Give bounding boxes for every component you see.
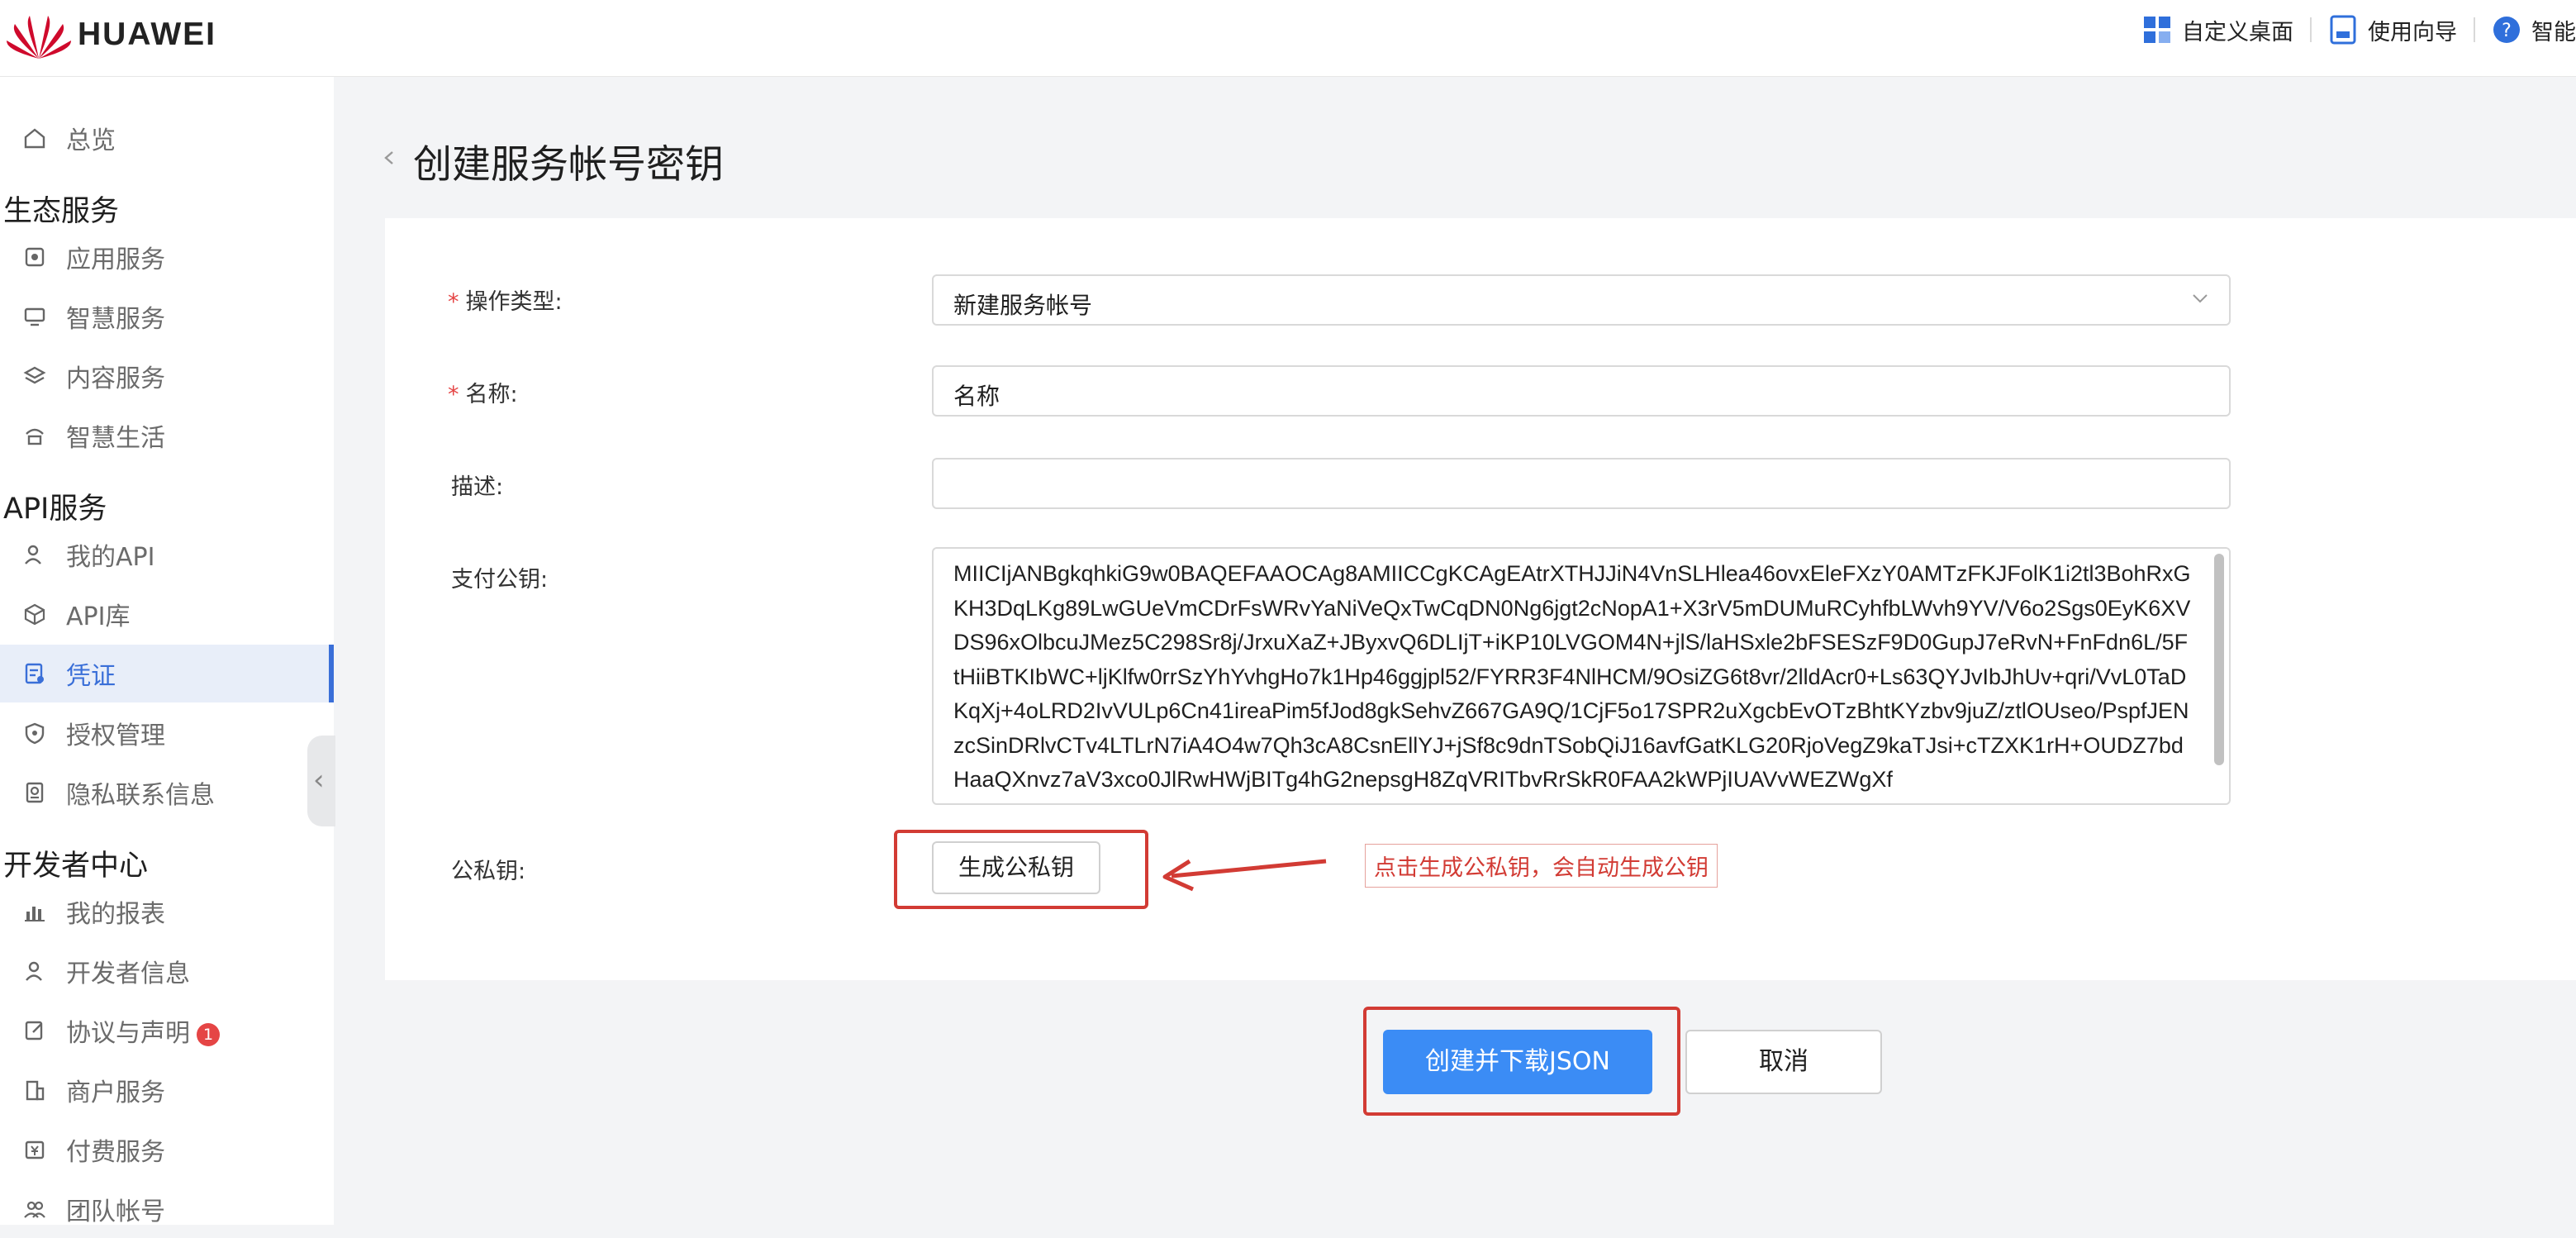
sidebar-item-label: 我的报表 [66, 900, 165, 929]
sidebar-item-label: 总览 [66, 126, 116, 155]
notification-badge: 1 [197, 1022, 220, 1046]
privacy-icon [23, 781, 46, 804]
sidebar-item-api-library[interactable]: API库 [0, 585, 334, 643]
operation-type-value: 新建服务帐号 [953, 292, 1093, 319]
sidebar-item-label: 隐私联系信息 [66, 781, 215, 810]
shield-icon [23, 721, 46, 745]
cube-icon [23, 602, 46, 626]
top-actions: 自定义桌面 使用向导 ? 智能 [2126, 0, 2576, 60]
sidebar-item-authorization[interactable]: 授权管理 [0, 704, 334, 762]
sidebar-item-overview[interactable]: 总览 [0, 109, 334, 167]
name-input[interactable]: 名称 [932, 365, 2231, 417]
user-api-icon [23, 543, 46, 566]
top-bar: HUAWEI 自定义桌面 使用向导 ? 智能 [0, 0, 2576, 77]
sidebar-item-label: 付费服务 [66, 1138, 165, 1167]
private-key-label: 公私钥: [451, 859, 526, 884]
chevron-down-icon [2189, 288, 2211, 315]
credential-icon [23, 662, 46, 685]
monitor-icon [23, 305, 46, 328]
description-input[interactable] [932, 458, 2231, 509]
sidebar-item-privacy-contact[interactable]: 隐私联系信息 [0, 764, 334, 821]
user-icon [23, 959, 46, 983]
help-icon: ? [2492, 15, 2521, 45]
sidebar-item-my-api[interactable]: 我的API [0, 526, 334, 583]
sidebar-item-app-services[interactable]: 应用服务 [0, 228, 334, 286]
sidebar-item-label: 内容服务 [66, 364, 165, 393]
operation-type-select[interactable]: 新建服务帐号 [932, 274, 2231, 326]
section-title-ecosystem: 生态服务 [3, 195, 120, 228]
sidebar-item-team-account[interactable]: 团队帐号 [0, 1180, 334, 1238]
custom-desktop-button[interactable]: 自定义桌面 [2126, 14, 2310, 46]
sidebar-item-label: 智慧生活 [66, 424, 165, 453]
operation-type-label-text: 操作类型: [465, 289, 563, 315]
create-and-download-json-button[interactable]: 创建并下载JSON [1383, 1030, 1652, 1094]
back-arrow-icon[interactable] [382, 150, 397, 165]
sidebar: 总览 生态服务 应用服务 智慧服务 内容服务 智慧生活 API服务 我的API … [0, 77, 334, 1226]
huawei-petal-icon [7, 16, 71, 59]
team-icon [23, 1198, 46, 1221]
sidebar-item-developer-info[interactable]: 开发者信息 [0, 942, 334, 1000]
sidebar-item-content-services[interactable]: 内容服务 [0, 347, 334, 405]
sidebar-item-merchant-services[interactable]: 商户服务 [0, 1061, 334, 1119]
name-label: * 名称: [448, 376, 518, 408]
name-label-text: 名称: [465, 382, 518, 407]
huawei-logo[interactable]: HUAWEI [5, 5, 216, 64]
annotation-callout: 点击生成公私钥，会自动生成公钥 [1365, 844, 1718, 888]
guide-icon [2328, 15, 2358, 45]
payment-icon [23, 1138, 46, 1161]
chevron-left-icon: ‹ [313, 764, 325, 797]
sidebar-item-label: 智慧服务 [66, 305, 165, 334]
svg-text:?: ? [2502, 21, 2512, 41]
payment-public-key-value: MIICIjANBgkqhkiG9w0BAQEFAAOCAg8AMIICCgKC… [953, 561, 2191, 792]
sidebar-item-label: 凭证 [66, 662, 116, 691]
required-asterisk: * [448, 289, 459, 315]
page-title: 创建服务帐号密钥 [413, 142, 724, 188]
user-guide-label: 使用向导 [2368, 19, 2457, 45]
brand-name: HUAWEI [78, 17, 216, 52]
sidebar-item-credentials[interactable]: 凭证 [0, 645, 334, 702]
agreements-label: 协议与声明 [66, 1019, 190, 1048]
sidebar-item-smart-services[interactable]: 智慧服务 [0, 288, 334, 345]
custom-desktop-label: 自定义桌面 [2182, 19, 2293, 45]
grid-icon [2142, 15, 2172, 45]
smart-help-button[interactable]: ? 智能 [2475, 14, 2576, 46]
payment-public-key-textarea[interactable]: MIICIjANBgkqhkiG9w0BAQEFAAOCAg8AMIICCgKC… [932, 547, 2231, 805]
smart-help-label: 智能 [2531, 19, 2576, 45]
app-icon [23, 245, 46, 269]
description-label: 描述: [451, 474, 504, 500]
cancel-button[interactable]: 取消 [1685, 1030, 1882, 1094]
bar-chart-icon [23, 900, 46, 923]
edit-icon [23, 1019, 46, 1042]
sidebar-item-paid-services[interactable]: 付费服务 [0, 1121, 334, 1178]
user-guide-button[interactable]: 使用向导 [2312, 14, 2474, 46]
name-input-value: 名称 [953, 383, 1000, 410]
sidebar-item-label: 我的API [66, 543, 155, 572]
sidebar-item-agreements[interactable]: 协议与声明 1 [0, 1002, 334, 1059]
building-icon [23, 1078, 46, 1102]
sidebar-item-label: 应用服务 [66, 245, 165, 274]
smart-home-icon [23, 424, 46, 447]
layers-icon [23, 364, 46, 388]
annotation-arrow-icon [1162, 859, 1327, 892]
section-title-developer-center: 开发者中心 [3, 850, 149, 883]
sidebar-item-label: 授权管理 [66, 721, 165, 750]
required-asterisk: * [448, 382, 459, 407]
textarea-scrollbar[interactable] [2214, 554, 2224, 765]
payment-public-key-label: 支付公钥: [451, 567, 549, 593]
section-title-api: API服务 [3, 493, 107, 526]
home-icon [23, 126, 46, 150]
operation-type-label: * 操作类型: [448, 283, 563, 316]
sidebar-item-label: 协议与声明 1 [66, 1012, 220, 1049]
sidebar-collapse-toggle[interactable]: ‹ [307, 736, 335, 826]
sidebar-item-smart-life[interactable]: 智慧生活 [0, 407, 334, 464]
sidebar-item-label: 开发者信息 [66, 959, 190, 988]
sidebar-item-my-reports[interactable]: 我的报表 [0, 883, 334, 940]
sidebar-item-label: API库 [66, 602, 131, 631]
sidebar-item-label: 商户服务 [66, 1078, 165, 1107]
annotation-highlight-box [894, 830, 1148, 909]
sidebar-item-label: 团队帐号 [66, 1198, 165, 1226]
